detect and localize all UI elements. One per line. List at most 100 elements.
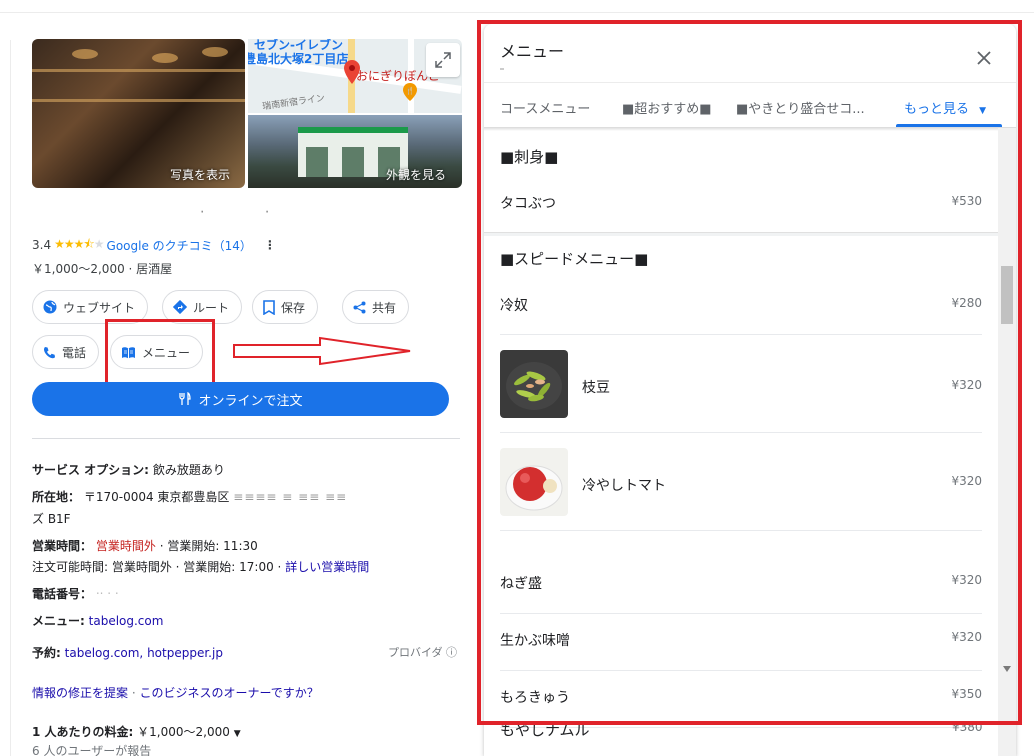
owner-link[interactable]: このビジネスのオーナーですか？ <box>140 686 319 700</box>
dropdown-caret-icon[interactable]: ▼ <box>234 729 241 739</box>
address-value: 〒170-0004 東京都豊島区 <box>83 490 230 504</box>
reservation: 予約: tabelog.com, hotpepper.jp <box>32 644 223 661</box>
star-rating-icon: ★★★⯪★ <box>54 236 104 251</box>
map-label-711-branch: 豊島北大塚2丁目店 <box>248 52 349 66</box>
edamame-photo <box>500 350 568 418</box>
more-options-icon[interactable]: ⋮ <box>264 238 276 252</box>
menu-tabs: コースメニュー ■超おすすめ■ ■やきとり盛合せコ... もっと見る ▼ <box>484 94 1016 128</box>
menu-info: メニュー: tabelog.com <box>32 612 163 629</box>
order-hours: 注文可能時間: 営業時間外 · 営業開始: 17:00 · 詳しい営業時間 <box>32 558 369 575</box>
route-label: ルート <box>193 300 230 315</box>
section-divider <box>32 438 460 439</box>
panel-header-divider <box>484 82 1016 83</box>
menu-list[interactable]: ■刺身■ タコぶつ ¥530 ■スピードメニュー■ 冷奴 ¥280 枝豆 ¥32… <box>484 128 998 756</box>
tab-yakitori-set[interactable]: ■やきとり盛合せコ... <box>736 98 865 117</box>
reservation-links[interactable]: tabelog.com, hotpepper.jp <box>65 646 223 660</box>
item-divider <box>500 613 982 614</box>
left-edge <box>10 40 11 756</box>
scrollbar-thumb[interactable] <box>1001 266 1013 324</box>
rating-value: 3.4 <box>32 238 52 252</box>
exterior-photo[interactable]: 外観を見る <box>248 115 462 188</box>
interior-photo[interactable]: 写真を表示 <box>32 39 245 188</box>
expand-map-button[interactable] <box>426 43 460 77</box>
tab-more[interactable]: もっと見る ▼ <box>904 98 986 117</box>
suggest-edit-link[interactable]: 情報の修正を提案 <box>32 686 128 700</box>
section-title-speed: ■スピードメニュー■ <box>500 250 649 268</box>
tab-recommended[interactable]: ■超おすすめ■ <box>622 98 712 117</box>
menu-info-label: メニュー: <box>32 614 85 628</box>
menu-item-name: 冷奴 <box>500 298 528 314</box>
share-button[interactable]: 共有 <box>342 290 410 324</box>
show-photos-label[interactable]: 写真を表示 <box>170 166 230 183</box>
blurred-address: ≡≡≡≡ ≡ ≡≡ ≡≡ <box>233 490 348 504</box>
address-line2: ズ B1F <box>32 512 71 526</box>
address-label: 所在地： <box>32 490 81 504</box>
partial-menu-item-price: ¥380 <box>952 720 983 734</box>
fork-knife-icon <box>179 392 192 405</box>
tab-more-label: もっと見る <box>904 102 970 117</box>
section-title-sashimi: ■刺身■ <box>500 148 559 166</box>
per-person-price: 1 人あたりの料金: ￥1,000～2,000 ▼ <box>32 723 241 740</box>
caret-down-icon: ▼ <box>979 106 987 116</box>
menu-item-name: タコぶつ <box>500 196 556 212</box>
phone-button[interactable]: 電話 <box>32 335 100 369</box>
expand-icon <box>435 52 451 68</box>
partial-menu-item-name: もやしナムル <box>500 721 590 739</box>
right-arrow-icon <box>233 336 411 366</box>
per-person-value[interactable]: ￥1,000～2,000 <box>137 725 230 739</box>
menu-panel: メニュー コースメニュー ■超おすすめ■ ■やきとり盛合せコ... もっと見る … <box>484 24 1016 756</box>
save-button[interactable]: 保存 <box>252 290 319 324</box>
menu-item-name: 生かぶ味噌 <box>500 633 570 649</box>
tab-course-menu[interactable]: コースメニュー <box>500 98 590 117</box>
menu-item-name: 枝豆 <box>582 380 610 396</box>
detailed-hours-link[interactable]: 詳しい営業時間 <box>285 560 369 574</box>
order-online-button[interactable]: オンラインで注文 <box>32 382 449 416</box>
menu-item-price: ¥350 <box>951 687 982 701</box>
menu-link[interactable]: tabelog.com <box>89 614 164 628</box>
directions-icon <box>173 300 187 314</box>
order-hours-text: 注文可能時間: 営業時間外 · 営業開始: 17:00 · <box>32 560 282 574</box>
item-divider <box>500 670 982 671</box>
see-exterior-label[interactable]: 外観を見る <box>386 166 446 183</box>
scroll-down-arrow-icon[interactable] <box>1003 666 1011 672</box>
screen: 写真を表示 セブン-イレブン 豊島北大塚2丁目店 おにぎりぼんご 瑞南新宿ライン… <box>0 0 1034 756</box>
menu-item-price: ¥320 <box>951 573 982 587</box>
hours-open: · 営業開始: 11:30 <box>159 539 258 553</box>
menu-panel-title: メニュー <box>500 42 565 61</box>
rating-row: 3.4 ★★★⯪★ Google のクチコミ（14） ⋮ <box>32 236 276 254</box>
tabs-shadow <box>484 127 1016 131</box>
per-person-label: 1 人あたりの料金: <box>32 725 134 739</box>
reported-by: 6 人のユーザーが報告 <box>32 744 152 756</box>
hours: 営業時間： 営業時間外 · 営業開始: 11:30 <box>32 537 258 554</box>
restaurant-pin-icon: 🍴 <box>403 83 417 101</box>
menu-highlight-box <box>105 319 215 385</box>
service-options-label: サービス オプション: <box>32 463 149 477</box>
close-button[interactable] <box>970 44 998 72</box>
blurred-phone: ‧‧ ‧ ‧ <box>95 587 119 601</box>
provider-label[interactable]: プロバイダ ⓘ <box>388 644 457 660</box>
tomato-photo <box>500 448 568 516</box>
order-online-label: オンラインで注文 <box>198 393 303 409</box>
bookmark-icon <box>263 299 275 315</box>
menu-item-name: ねぎ盛 <box>500 576 542 592</box>
menu-item-price: ¥320 <box>951 474 982 488</box>
reviews-link[interactable]: Google のクチコミ（14） <box>107 237 252 254</box>
service-options-value: 飲み放題あり <box>152 463 225 477</box>
svg-text:🍴: 🍴 <box>406 86 415 95</box>
panel-subtitle <box>500 68 504 70</box>
reservation-label: 予約: <box>32 646 61 660</box>
map-label-line: 瑞南新宿ライン <box>261 93 326 113</box>
website-label: ウェブサイト <box>63 300 136 315</box>
location-pin-icon <box>344 60 360 84</box>
menu-item-price: ¥530 <box>951 194 982 208</box>
top-divider <box>0 12 1034 13</box>
scrollbar[interactable] <box>998 128 1016 756</box>
item-divider <box>500 432 982 433</box>
share-label: 共有 <box>372 300 397 315</box>
globe-icon <box>43 300 57 314</box>
menu-item-price: ¥320 <box>951 378 982 392</box>
share-icon <box>353 301 366 313</box>
phone-label: 電話 <box>62 345 87 360</box>
hours-status: 営業時間外 <box>95 539 156 553</box>
section-separator <box>484 232 998 236</box>
